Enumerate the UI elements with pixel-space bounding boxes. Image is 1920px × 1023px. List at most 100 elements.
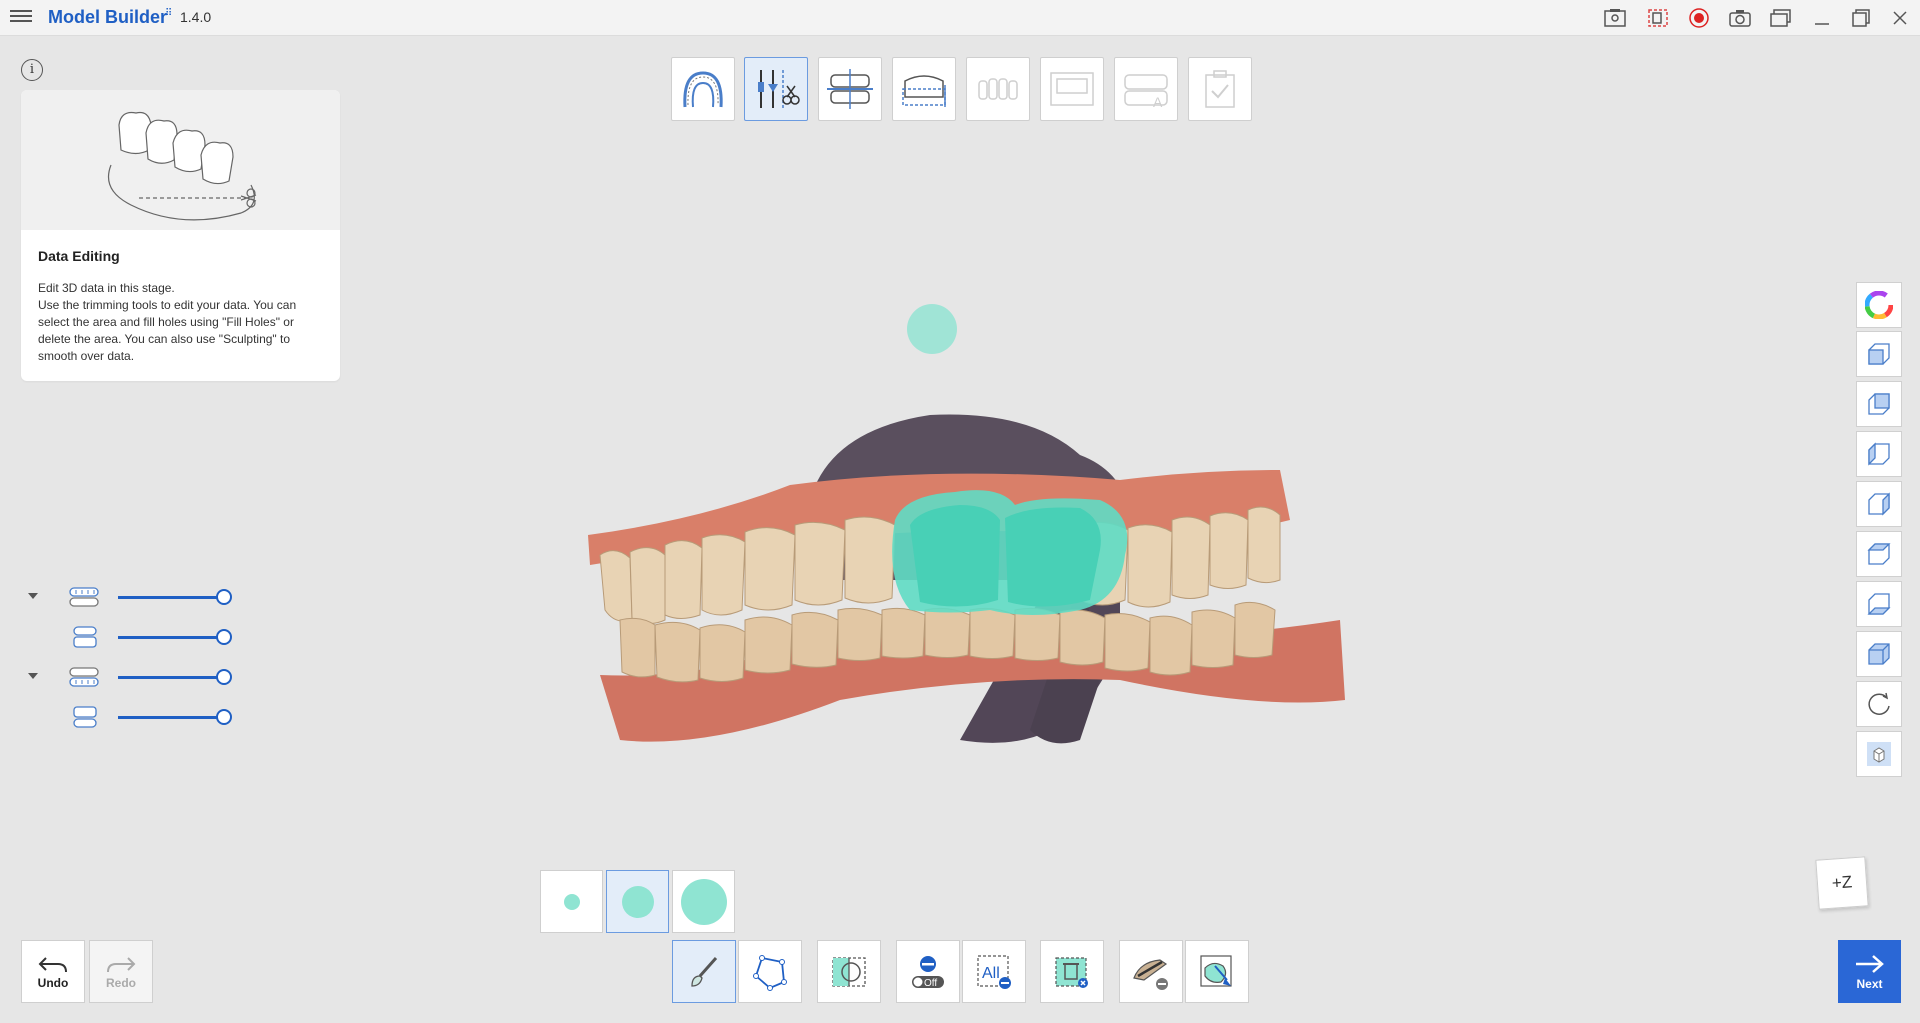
redo-icon xyxy=(107,956,136,972)
rotate-view-button[interactable] xyxy=(1856,681,1902,727)
fill-holes-icon xyxy=(1200,954,1232,987)
opacity-slider-track[interactable] xyxy=(118,636,224,639)
cube-right-icon xyxy=(1868,492,1890,516)
opacity-slider-handle[interactable] xyxy=(216,629,232,645)
brush-select-tool[interactable] xyxy=(672,940,736,1003)
3d-model-viewport[interactable] xyxy=(560,280,1360,780)
next-button[interactable]: Next xyxy=(1838,940,1901,1003)
stage-base-button[interactable] xyxy=(892,57,956,121)
rotate-icon xyxy=(1868,692,1890,715)
menu-icon[interactable] xyxy=(10,7,32,29)
opacity-slider-handle[interactable] xyxy=(216,709,232,725)
view-cube-icon xyxy=(1867,742,1891,766)
view-left-button[interactable] xyxy=(1856,431,1902,477)
brush-size-small[interactable] xyxy=(540,870,603,933)
close-icon[interactable] xyxy=(1887,6,1913,30)
record-icon[interactable] xyxy=(1686,6,1712,30)
model-base-icon xyxy=(1050,72,1094,106)
opacity-slider-handle[interactable] xyxy=(216,669,232,685)
base-height-icon xyxy=(902,75,946,107)
info-line: Use the trimming tools to edit your data… xyxy=(38,298,297,363)
stage-edit-button[interactable] xyxy=(744,57,808,121)
cube-top-icon xyxy=(1867,543,1891,565)
arrow-right-icon xyxy=(1855,954,1884,973)
view-cube-button[interactable] xyxy=(1856,731,1902,777)
polyline-icon xyxy=(753,954,787,991)
stage-review-button[interactable] xyxy=(1188,57,1252,121)
polyline-select-tool[interactable] xyxy=(738,940,802,1003)
opacity-slider-track[interactable] xyxy=(118,596,224,599)
z-axis-button[interactable]: +Z xyxy=(1815,856,1869,910)
sculpting-icon xyxy=(1133,958,1168,990)
delete-selection-icon xyxy=(1055,956,1088,988)
select-all-tool[interactable]: All xyxy=(962,940,1026,1003)
info-icon[interactable]: i xyxy=(21,59,43,81)
view-back-button[interactable] xyxy=(1856,381,1902,427)
view-top-button[interactable] xyxy=(1856,531,1902,577)
brush-icon xyxy=(691,956,718,987)
select-all-label: All xyxy=(982,965,1000,982)
restore-icon[interactable] xyxy=(1848,6,1874,30)
stage-label-button[interactable]: A xyxy=(1114,57,1178,121)
stage-occlusion-button[interactable] xyxy=(818,57,882,121)
view-iso-button[interactable] xyxy=(1856,631,1902,677)
lower-model-icon[interactable] xyxy=(68,704,100,730)
next-label: Next xyxy=(1856,976,1883,991)
lower-jaw-icon[interactable] xyxy=(68,664,100,690)
info-line: Edit 3D data in this stage. xyxy=(38,281,175,295)
help-video-icon[interactable] xyxy=(1602,6,1628,30)
view-front-button[interactable] xyxy=(1856,331,1902,377)
stage-die-button[interactable] xyxy=(966,57,1030,121)
opacity-slider-handle[interactable] xyxy=(216,589,232,605)
undo-button[interactable]: Undo xyxy=(21,940,85,1003)
svg-text:A: A xyxy=(1153,94,1163,110)
stage-arch-button[interactable] xyxy=(671,57,735,121)
invert-selection-icon xyxy=(832,956,866,987)
delete-selection-tool[interactable] xyxy=(1040,940,1104,1003)
color-toggle-button[interactable] xyxy=(1856,282,1902,328)
app-title: Model Builder xyxy=(48,7,168,27)
redo-button[interactable]: Redo xyxy=(89,940,153,1003)
visibility-row-upper-sub xyxy=(24,622,244,652)
cube-bottom-icon xyxy=(1867,593,1891,615)
brush-medium-icon xyxy=(621,885,654,918)
cube-left-icon xyxy=(1868,442,1890,466)
brush-large-icon xyxy=(680,878,727,925)
stage-info-card: Data Editing Edit 3D data in this stage.… xyxy=(21,90,340,381)
view-right-button[interactable] xyxy=(1856,481,1902,527)
deselect-toggle-tool[interactable]: Off xyxy=(896,940,960,1003)
gallery-icon[interactable] xyxy=(1768,6,1794,30)
screenshot-icon[interactable] xyxy=(1727,6,1753,30)
brush-size-large[interactable] xyxy=(672,870,735,933)
cube-back-icon xyxy=(1868,393,1890,415)
opacity-slider-track[interactable] xyxy=(118,716,224,719)
upper-jaw-icon[interactable] xyxy=(68,584,100,610)
info-title: Data Editing xyxy=(38,248,120,264)
visibility-row-lower-sub xyxy=(24,702,244,732)
undo-label: Undo xyxy=(37,975,69,990)
opacity-slider-track[interactable] xyxy=(118,676,224,679)
minimize-icon[interactable] xyxy=(1809,6,1835,30)
data-editing-illustration xyxy=(21,90,340,230)
upper-model-icon[interactable] xyxy=(68,624,100,650)
invert-selection-tool[interactable] xyxy=(817,940,881,1003)
cube-iso-icon xyxy=(1868,643,1890,665)
brush-size-medium[interactable] xyxy=(606,870,669,933)
select-all-icon: All xyxy=(977,954,1011,989)
stage-model-base-button[interactable] xyxy=(1040,57,1104,121)
info-description: Edit 3D data in this stage. Use the trim… xyxy=(38,280,328,365)
arch-icon xyxy=(683,71,723,108)
collapse-caret-icon[interactable] xyxy=(28,673,38,679)
sculpting-tool[interactable] xyxy=(1119,940,1183,1003)
view-bottom-button[interactable] xyxy=(1856,581,1902,627)
visibility-row-upper xyxy=(24,582,244,612)
fill-holes-tool[interactable] xyxy=(1185,940,1249,1003)
checklist-icon xyxy=(1205,70,1235,108)
brush-small-icon xyxy=(563,893,580,910)
die-icon xyxy=(978,78,1018,100)
edit-tools-icon xyxy=(758,70,800,108)
app-logo-icon: ⠿ xyxy=(165,8,173,19)
title-bar: Model Builder ⠿ 1.4.0 xyxy=(0,0,1920,36)
collapse-caret-icon[interactable] xyxy=(28,593,38,599)
record-area-icon[interactable] xyxy=(1645,6,1671,30)
